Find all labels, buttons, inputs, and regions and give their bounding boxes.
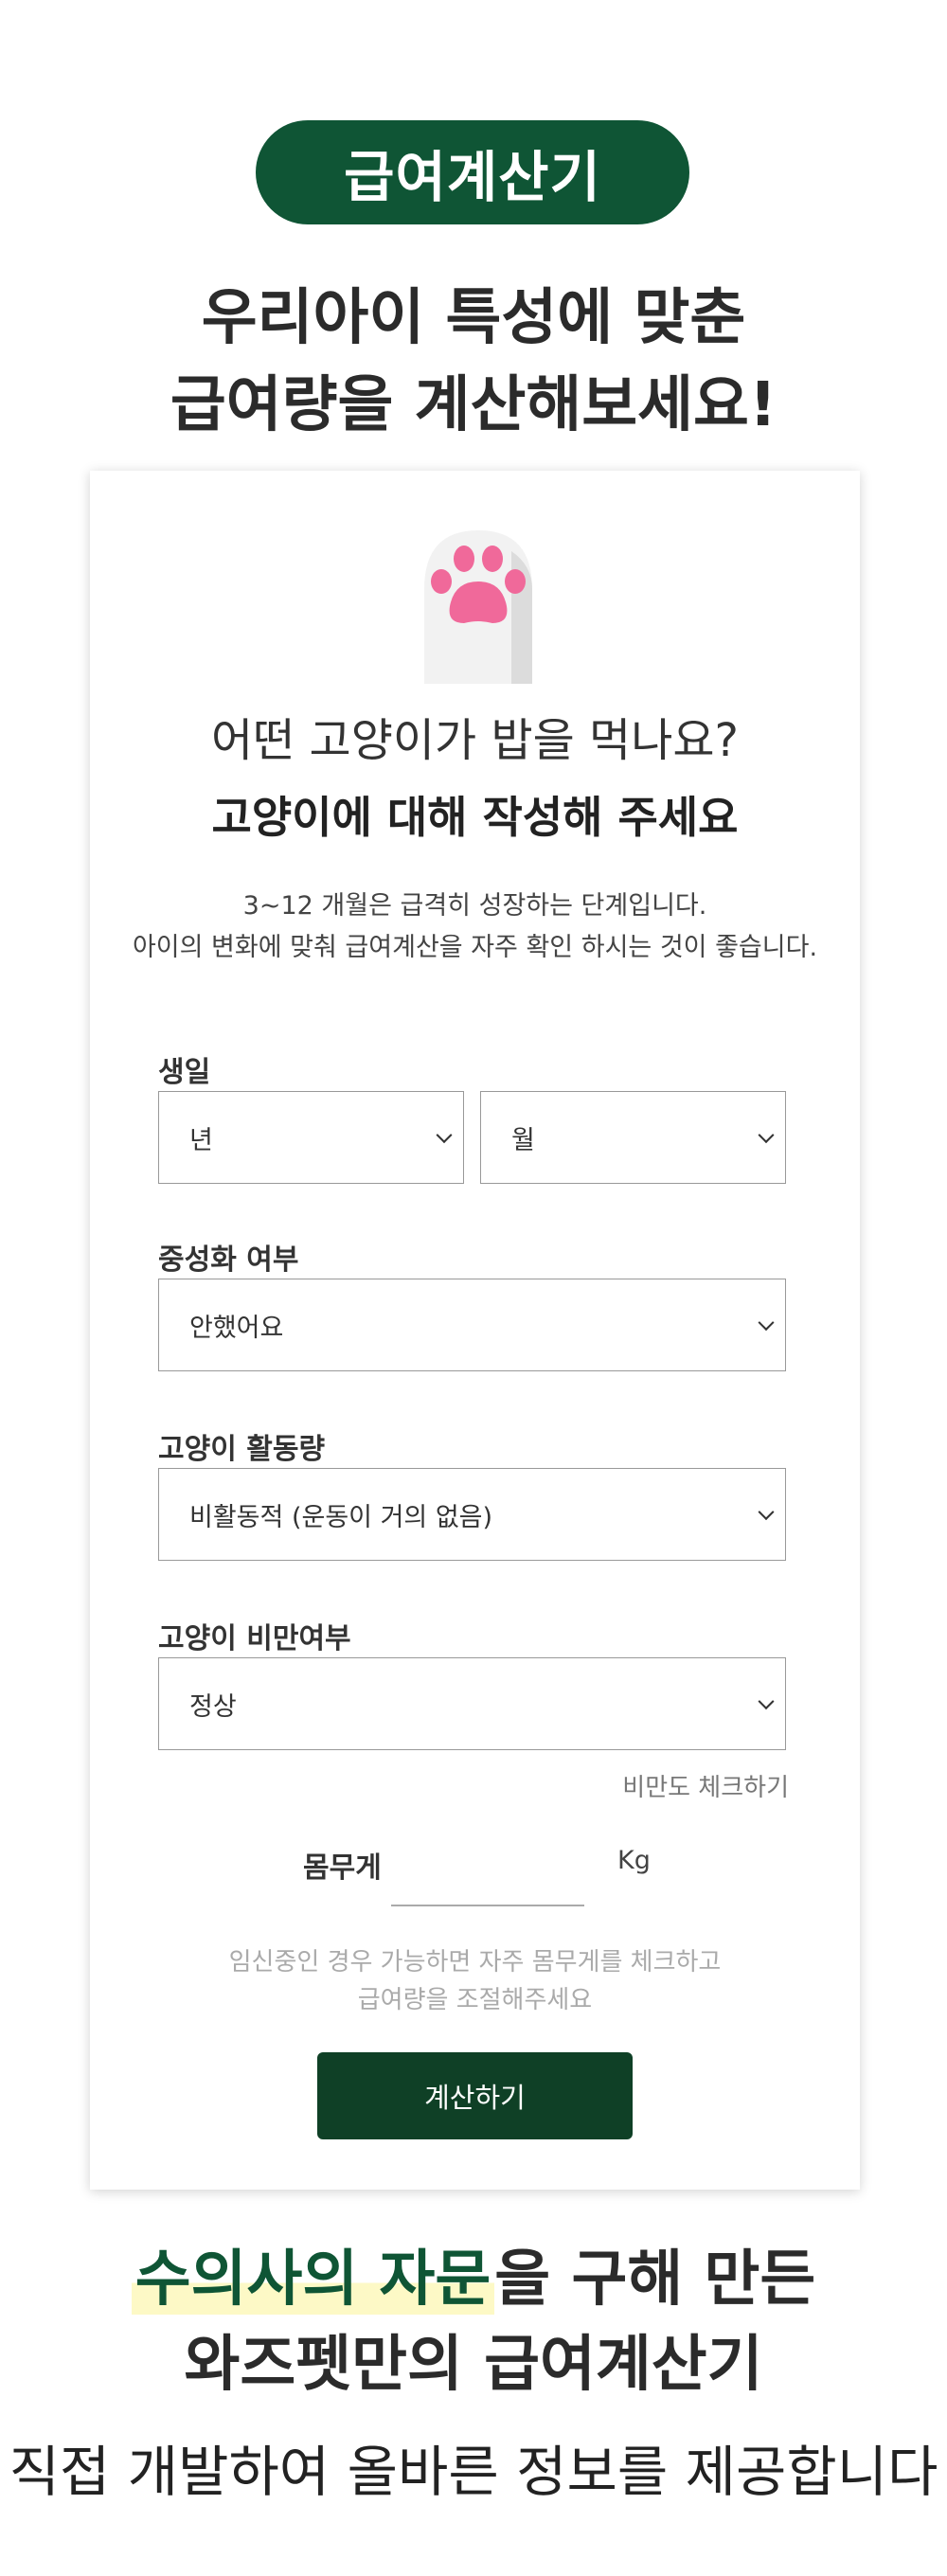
birthday-label: 생일 [158,1056,211,1089]
neuter-value: 안했어요 [189,1313,284,1343]
birth-month-select[interactable]: 월 [480,1091,786,1184]
birth-year-value: 년 [189,1125,213,1155]
weight-input[interactable] [391,1853,584,1906]
note-line-1: 임신중인 경우 가능하면 자주 몸무게를 체크하고 [228,1948,722,1977]
pregnancy-note: 임신중인 경우 가능하면 자주 몸무게를 체크하고 급여량을 조절해주세요 [90,1943,860,2019]
chevron-down-icon [436,1127,453,1144]
weight-label: 몸무게 [303,1852,382,1885]
info-line-2: 아이의 변화에 맞춰 급여계산을 자주 확인 하시는 것이 좋습니다. [132,933,818,962]
chevron-down-icon [758,1127,775,1144]
calculator-badge: 급여계산기 [256,120,689,224]
question-text: 어떤 고양이가 밥을 먹나요? [210,714,739,767]
footer-line3: 직접 개발하여 올바른 정보를 제공합니다 [9,2440,938,2504]
neuter-label: 중성화 여부 [158,1243,299,1277]
chevron-down-icon [758,1693,775,1710]
weight-unit: Kg [617,1846,651,1875]
calculate-button[interactable]: 계산하기 [317,2052,633,2139]
obesity-select[interactable]: 정상 [158,1657,786,1750]
footer-line1-rest: 을 구해 만든 [494,2245,816,2315]
neuter-select[interactable]: 안했어요 [158,1279,786,1371]
obesity-label: 고양이 비만여부 [158,1622,351,1655]
info-text: 3~12 개월은 급격히 성장하는 단계입니다. 아이의 변화에 맞춰 급여계산… [90,886,860,969]
headline-line1: 우리아이 특성에 맞춘 [201,283,746,353]
birth-month-value: 월 [511,1125,535,1155]
activity-label: 고양이 활동량 [158,1433,326,1466]
footer-line2: 와즈펫만의 급여계산기 [184,2330,763,2400]
chevron-down-icon [758,1315,775,1332]
info-line-1: 3~12 개월은 급격히 성장하는 단계입니다. [242,891,707,921]
note-line-2: 급여량을 조절해주세요 [357,1986,593,2014]
obesity-value: 정상 [189,1691,237,1722]
footer-line1: 수의사의 자문을 구해 만든 [0,2237,947,2322]
birth-year-select[interactable]: 년 [158,1091,464,1184]
chevron-down-icon [758,1504,775,1521]
footer-highlight: 수의사의 자문 [131,2245,495,2315]
calculator-card: 어떤 고양이가 밥을 먹나요? 고양이에 대해 작성해 주세요 3~12 개월은… [90,471,860,2190]
question-bold-text: 고양이에 대해 작성해 주세요 [211,792,739,843]
activity-value: 비활동적 (운동이 거의 없음) [189,1502,493,1532]
headline-line2: 급여량을 계산해보세요! [170,370,777,440]
obesity-check-link[interactable]: 비만도 체크하기 [622,1768,789,1803]
paw-icon [424,530,532,684]
activity-select[interactable]: 비활동적 (운동이 거의 없음) [158,1468,786,1561]
